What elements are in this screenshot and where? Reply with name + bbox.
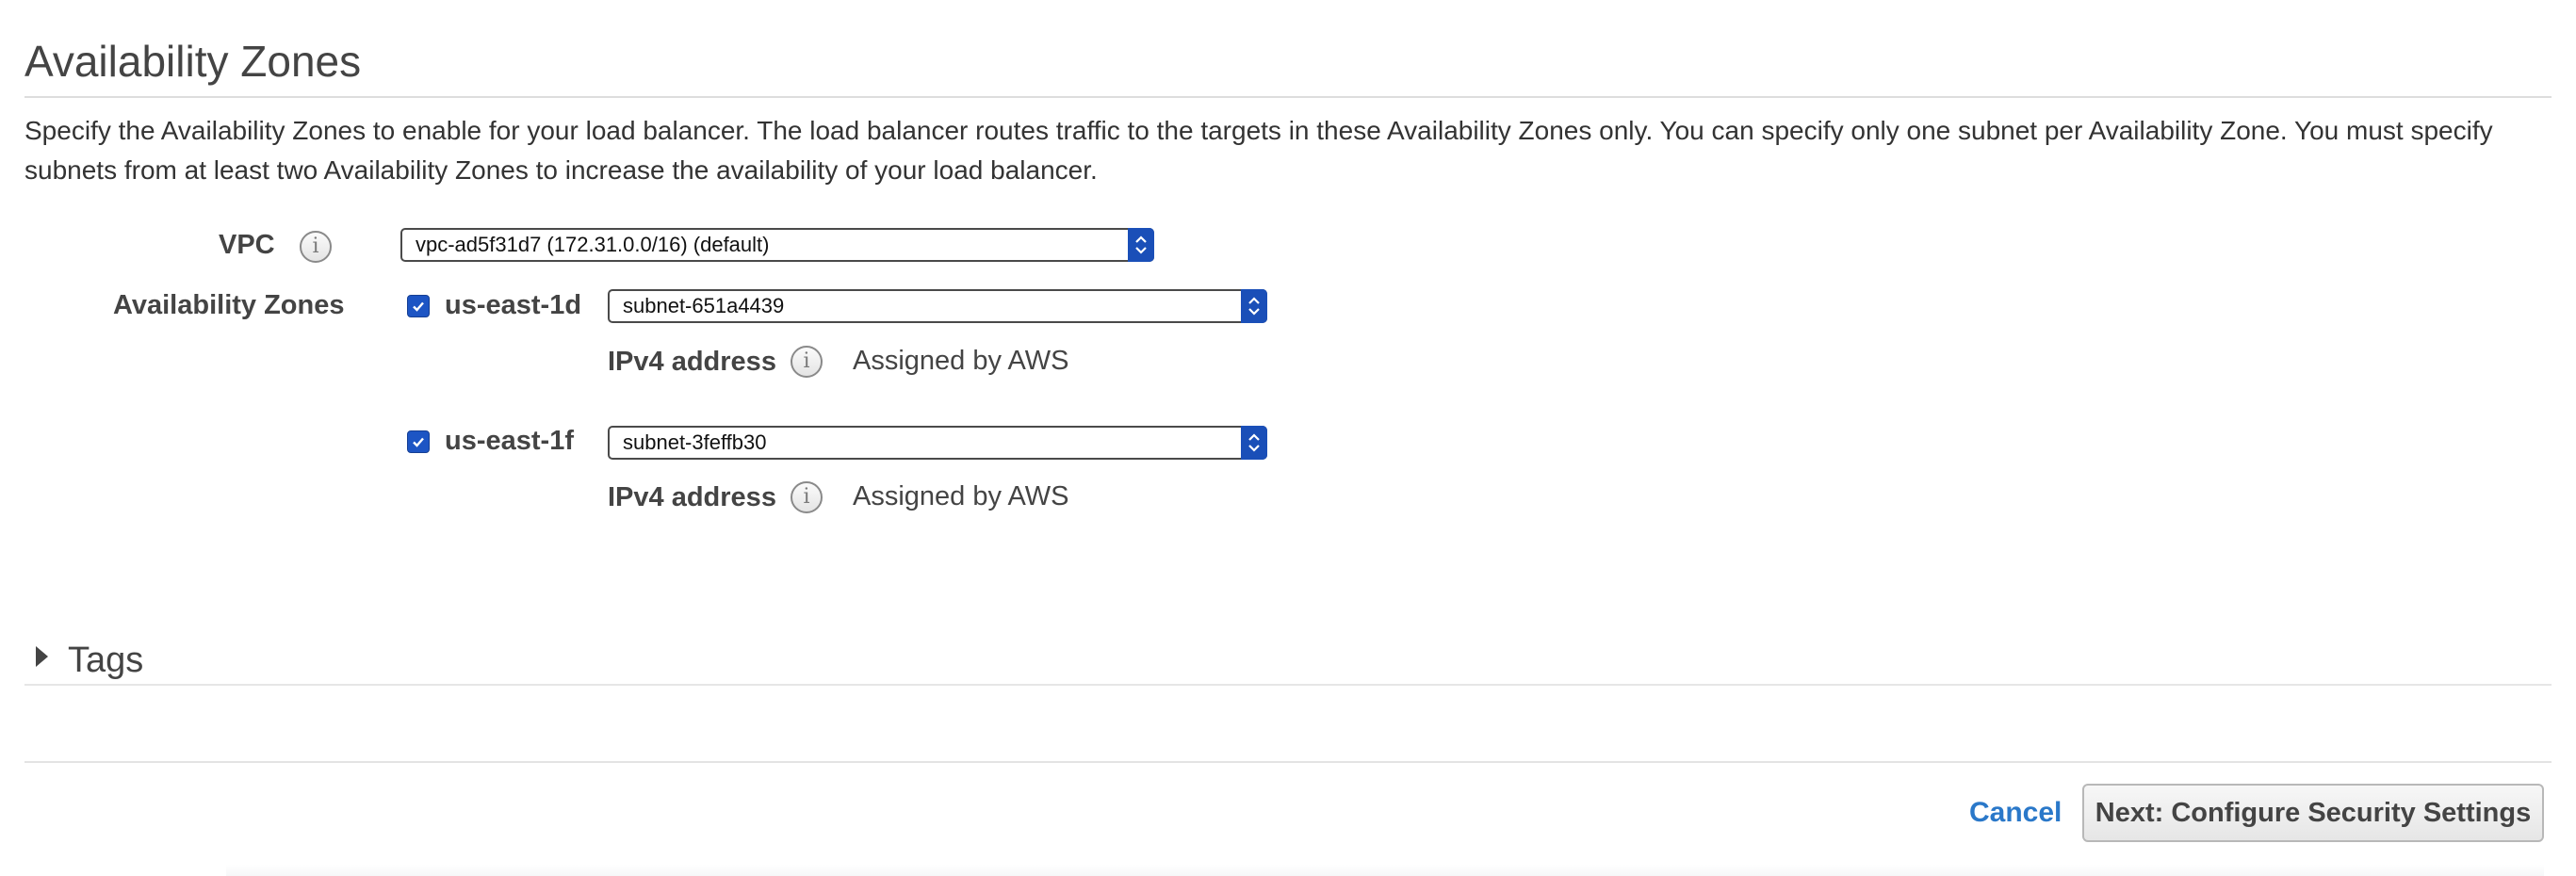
- section-title: Availability Zones: [24, 37, 362, 86]
- select-arrows-icon: [1241, 426, 1267, 460]
- caret-right-icon[interactable]: [36, 646, 48, 667]
- load-balancer-availability-zones-page: Availability Zones Specify the Availabil…: [0, 0, 2576, 876]
- zone-checkbox-us-east-1f[interactable]: [407, 430, 430, 453]
- subnet-select-us-east-1f[interactable]: subnet-3feffb30: [608, 426, 1267, 460]
- ipv4-address-label: IPv4 address: [608, 482, 776, 512]
- vpc-select-value: vpc-ad5f31d7 (172.31.0.0/16) (default): [416, 233, 770, 256]
- availability-zones-label: Availability Zones: [113, 290, 345, 320]
- footer-divider: [24, 761, 2552, 763]
- select-arrows-icon: [1241, 289, 1267, 323]
- next-configure-security-settings-button[interactable]: Next: Configure Security Settings: [2082, 784, 2544, 842]
- vpc-select[interactable]: vpc-ad5f31d7 (172.31.0.0/16) (default): [400, 228, 1154, 262]
- zone-label-us-east-1f: us-east-1f: [445, 426, 574, 456]
- info-icon[interactable]: i: [300, 231, 332, 263]
- panel-bottom-shadow: [226, 865, 2544, 876]
- zone-label-us-east-1d: us-east-1d: [445, 290, 582, 320]
- ipv4-address-label: IPv4 address: [608, 347, 776, 377]
- subnet-select-us-east-1d[interactable]: subnet-651a4439: [608, 289, 1267, 323]
- vpc-label: VPC: [219, 230, 275, 260]
- zone-checkbox-us-east-1d[interactable]: [407, 295, 430, 317]
- tags-section-header[interactable]: Tags: [68, 641, 143, 681]
- checkmark-icon: [413, 437, 424, 447]
- cancel-button[interactable]: Cancel: [1969, 797, 2062, 829]
- tags-divider: [24, 684, 2552, 686]
- ipv4-address-value: Assigned by AWS: [853, 481, 1069, 511]
- section-description: Specify the Availability Zones to enable…: [24, 116, 2493, 185]
- subnet-select-value: subnet-651a4439: [623, 294, 785, 317]
- checkmark-icon: [413, 301, 424, 312]
- subnet-select-value: subnet-3feffb30: [623, 430, 767, 454]
- ipv4-address-value: Assigned by AWS: [853, 346, 1069, 376]
- select-arrows-icon: [1128, 228, 1154, 262]
- info-icon[interactable]: i: [791, 481, 823, 513]
- section-divider: [24, 96, 2552, 98]
- info-icon[interactable]: i: [791, 346, 823, 378]
